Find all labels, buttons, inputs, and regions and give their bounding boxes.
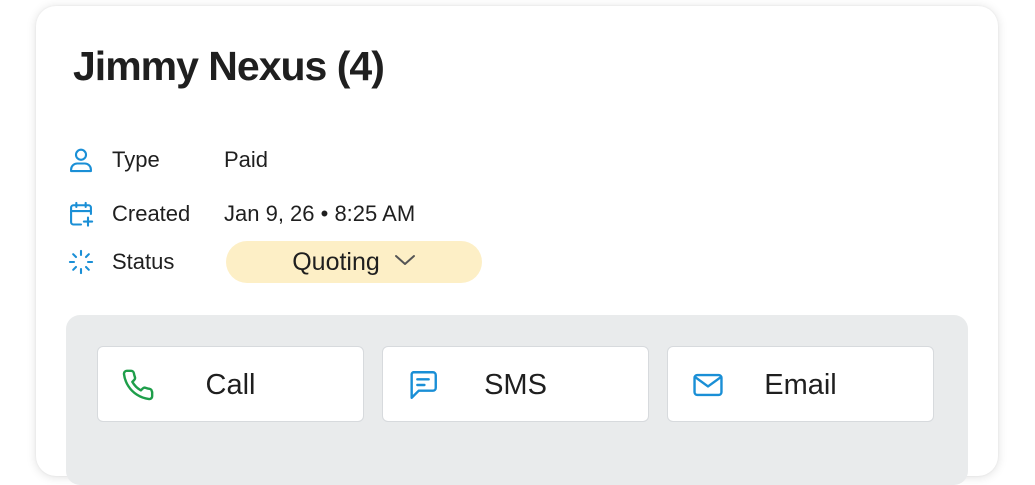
email-label: Email xyxy=(764,369,837,401)
calendar-plus-icon xyxy=(66,199,96,229)
created-value: Jan 9, 26 • 8:25 AM xyxy=(224,201,416,226)
sms-label: SMS xyxy=(484,369,547,401)
status-dropdown[interactable]: Quoting xyxy=(226,241,482,283)
chevron-down-icon xyxy=(394,253,416,272)
contact-actions-panel: Call SMS Email xyxy=(66,315,968,485)
call-button[interactable]: Call xyxy=(97,346,364,422)
call-label: Call xyxy=(205,369,256,401)
type-label: Type xyxy=(112,147,160,172)
page-title: Jimmy Nexus (4) xyxy=(73,43,385,89)
user-icon xyxy=(66,145,96,175)
created-label: Created xyxy=(112,201,191,226)
loader-icon xyxy=(66,247,96,277)
email-button[interactable]: Email xyxy=(667,346,934,422)
detail-row-created: Created Jan 9, 26 • 8:25 AM xyxy=(66,194,415,234)
sms-button[interactable]: SMS xyxy=(382,346,649,422)
detail-row-type: Type Paid xyxy=(66,140,268,180)
status-label: Status xyxy=(112,249,175,274)
type-value: Paid xyxy=(224,147,269,172)
status-value: Quoting xyxy=(292,247,380,276)
detail-row-status: Status Quoting xyxy=(66,241,482,283)
lead-card: Jimmy Nexus (4) Type Paid Created Jan 9,… xyxy=(36,6,998,485)
